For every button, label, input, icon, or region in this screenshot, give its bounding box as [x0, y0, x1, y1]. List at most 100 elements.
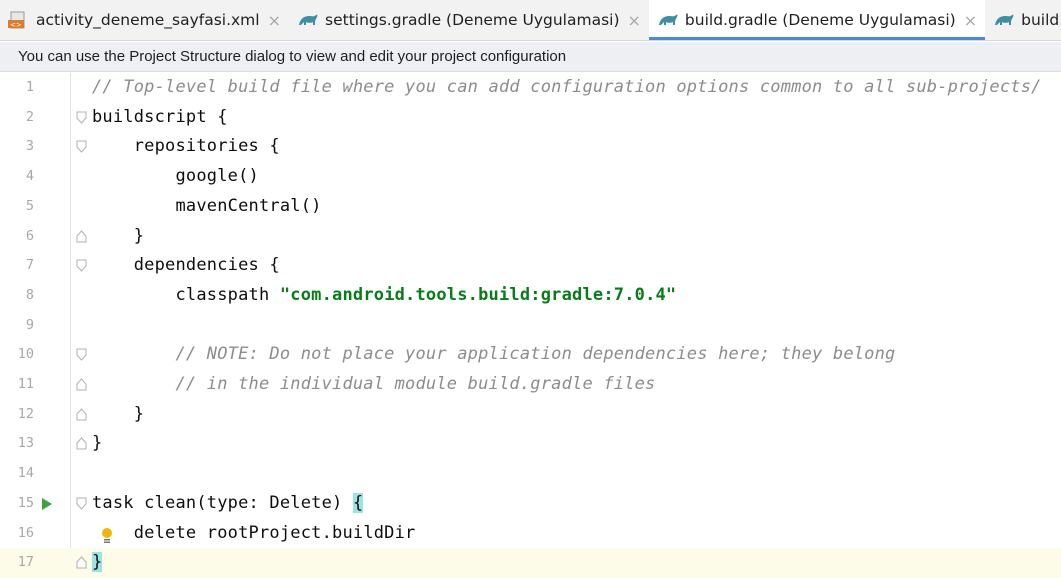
- editor-tab-bar: <> activity_deneme_sayfasi.xml × settings.g…: [0, 0, 1061, 41]
- project-structure-notice[interactable]: You can use the Project Structure dialog…: [0, 42, 1061, 72]
- editor-tab[interactable]: build.gradle (Deneme Uygulamasi) ×: [648, 0, 986, 40]
- line-number[interactable]: 7: [0, 251, 34, 281]
- code-text[interactable]: mavenCentral(): [92, 192, 322, 222]
- line-number[interactable]: 13: [0, 429, 34, 459]
- code-line: 17}: [0, 548, 1061, 578]
- code-token: dependencies {: [133, 255, 280, 276]
- code-text[interactable]: classpath "com.android.tools.build:gradl…: [92, 281, 676, 311]
- code-token: // in the individual module build.gradle…: [175, 374, 656, 394]
- line-number[interactable]: 4: [0, 162, 34, 192]
- line-number[interactable]: 5: [0, 192, 34, 222]
- close-icon[interactable]: ×: [964, 11, 977, 30]
- code-text[interactable]: delete rootProject.buildDir: [92, 519, 416, 549]
- code-editor[interactable]: 1 // Top-level build file where you can a…: [0, 73, 1061, 578]
- code-line: 1 // Top-level build file where you can a…: [0, 73, 1061, 103]
- run-icon[interactable]: [41, 497, 53, 511]
- code-text[interactable]: // in the individual module build.gradle…: [92, 370, 656, 400]
- fold-close-icon[interactable]: [76, 229, 87, 243]
- code-line: 10 // NOTE: Do not place your applicatio…: [0, 340, 1061, 370]
- editor-tab[interactable]: <> activity_deneme_sayfasi.xml ×: [0, 0, 289, 40]
- code-line: 13}: [0, 429, 1061, 459]
- line-number[interactable]: 1: [0, 73, 34, 103]
- close-icon[interactable]: ×: [628, 11, 641, 30]
- line-number[interactable]: 8: [0, 281, 34, 311]
- code-text[interactable]: }: [92, 222, 144, 252]
- code-token: }: [92, 433, 103, 454]
- code-token: // Top-level build file where you can ad…: [92, 77, 1042, 97]
- code-line: 4 google(): [0, 162, 1061, 192]
- code-text[interactable]: // NOTE: Do not place your application d…: [92, 340, 896, 370]
- code-text[interactable]: dependencies {: [92, 251, 280, 281]
- code-line: 14: [0, 459, 1061, 489]
- code-line: 16 delete rootProject.buildDir: [0, 519, 1061, 549]
- code-text[interactable]: }: [92, 400, 144, 430]
- line-number[interactable]: 2: [0, 103, 34, 133]
- line-number[interactable]: 9: [0, 311, 34, 341]
- code-line: 12 }: [0, 400, 1061, 430]
- fold-close-icon[interactable]: [76, 378, 87, 391]
- line-number[interactable]: 6: [0, 222, 34, 252]
- code-token: }: [133, 225, 145, 246]
- close-icon[interactable]: ×: [268, 11, 281, 30]
- code-token: mavenCentral(): [175, 195, 322, 216]
- line-number[interactable]: 10: [0, 340, 34, 370]
- code-line: 11 // in the individual module build.gra…: [0, 370, 1061, 400]
- tab-label: build.gradle (:ap: [1021, 11, 1061, 29]
- code-token: repositories {: [133, 136, 280, 157]
- code-line: 6 }: [0, 222, 1061, 252]
- gradle-icon: [657, 11, 679, 29]
- code-text[interactable]: google(): [92, 162, 259, 192]
- tab-label: build.gradle (Deneme Uygulamasi): [684, 11, 956, 29]
- code-text[interactable]: // Top-level build file where you can ad…: [92, 73, 1042, 103]
- tab-label: settings.gradle (Deneme Uygulamasi): [325, 11, 620, 29]
- code-text[interactable]: buildscript {: [92, 103, 228, 133]
- code-token: buildscript {: [92, 106, 228, 127]
- code-text[interactable]: }: [92, 429, 102, 459]
- code-text[interactable]: task clean(type: Delete) {: [92, 489, 364, 519]
- code-line: 5 mavenCentral(): [0, 192, 1061, 222]
- code-token: classpath: [175, 284, 280, 305]
- xml-file-icon: <>: [8, 11, 30, 29]
- code-line: 3 repositories {: [0, 132, 1061, 162]
- fold-open-icon[interactable]: [76, 348, 87, 362]
- code-token: task clean(type: Delete): [92, 492, 353, 513]
- line-number[interactable]: 15: [0, 489, 34, 519]
- fold-open-icon[interactable]: [76, 497, 87, 510]
- line-number[interactable]: 3: [0, 132, 34, 162]
- svg-text:<>: <>: [10, 21, 22, 29]
- line-number[interactable]: 11: [0, 370, 34, 400]
- code-token: {: [352, 492, 364, 513]
- lightbulb-icon[interactable]: [100, 525, 114, 545]
- line-number[interactable]: 16: [0, 519, 34, 549]
- line-number[interactable]: 14: [0, 459, 34, 489]
- fold-close-icon[interactable]: [76, 556, 87, 569]
- line-number[interactable]: 17: [0, 548, 34, 578]
- editor-tab[interactable]: settings.gradle (Deneme Uygulamasi) ×: [289, 0, 649, 40]
- code-text[interactable]: repositories {: [92, 132, 280, 162]
- code-token: google(): [175, 166, 259, 187]
- gradle-icon: [993, 11, 1015, 29]
- tab-label: activity_deneme_sayfasi.xml: [36, 11, 260, 29]
- code-token: "com.android.tools.build:gradle:7.0.4": [279, 284, 677, 305]
- line-number[interactable]: 12: [0, 400, 34, 430]
- fold-close-icon[interactable]: [76, 407, 87, 421]
- fold-open-icon[interactable]: [76, 259, 87, 272]
- code-token: // NOTE: Do not place your application d…: [175, 344, 896, 365]
- code-line: 7 dependencies {: [0, 251, 1061, 281]
- code-token: }: [133, 403, 145, 424]
- fold-open-icon[interactable]: [76, 111, 87, 124]
- fold-close-icon[interactable]: [76, 437, 87, 450]
- fold-open-icon[interactable]: [76, 140, 87, 154]
- code-text[interactable]: }: [92, 548, 103, 578]
- code-line: 9: [0, 311, 1061, 341]
- code-token: }: [92, 552, 103, 573]
- editor-tab[interactable]: build.gradle (:ap: [985, 0, 1061, 40]
